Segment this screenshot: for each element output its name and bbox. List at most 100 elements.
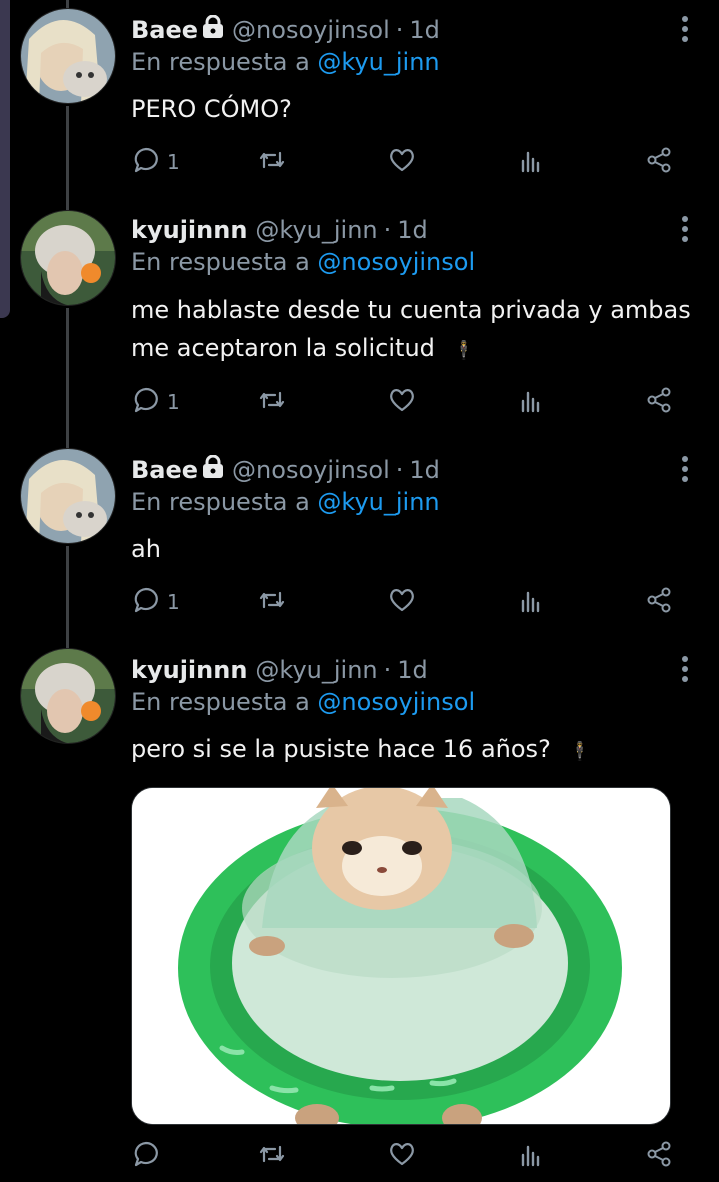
tweet-header: kyujinnn @kyu_jinn · 1d [131,212,428,248]
reply-button[interactable]: 1 [131,582,180,622]
more-icon[interactable] [681,456,689,486]
retweet-button[interactable] [257,582,287,622]
user-handle[interactable]: @kyu_jinn [255,656,377,684]
tweet[interactable]: Baee @nosoyjinsol · 1d En respuesta a @k… [0,440,719,645]
reply-button[interactable]: 1 [131,382,180,422]
avatar[interactable] [20,210,116,306]
separator-dot: · [395,16,404,44]
share-icon [644,385,674,420]
retweet-icon [257,145,287,180]
like-icon [387,1139,417,1174]
tweet-header: Baee @nosoyjinsol · 1d [131,12,440,48]
timestamp[interactable]: 1d [409,456,440,484]
tweet-text: pero si se la pusiste hace 16 años? 🕴 [131,730,691,771]
user-handle[interactable]: @nosoyjinsol [232,16,390,44]
reply-context: En respuesta a @kyu_jinn [131,488,440,516]
avatar[interactable] [20,648,116,744]
reply-prefix: En respuesta a [131,248,310,276]
tweet-text-content: PERO CÓMO? [131,95,292,123]
mention-link[interactable]: @kyu_jinn [317,488,439,516]
retweet-button[interactable] [257,142,287,182]
analytics-icon [516,385,546,420]
share-button[interactable] [644,142,674,182]
tweet[interactable]: kyujinnn @kyu_jinn · 1d En respuesta a @… [0,200,719,440]
mention-link[interactable]: @kyu_jinn [317,48,439,76]
tweet-text-content: ah [131,535,161,563]
display-name[interactable]: kyujinnn [131,216,247,244]
like-button[interactable] [387,382,417,422]
separator-dot: · [395,456,404,484]
more-icon[interactable] [681,16,689,46]
retweet-icon [257,385,287,420]
separator-dot: · [383,216,392,244]
share-button[interactable] [644,382,674,422]
tweet-media-image[interactable] [131,787,671,1125]
reply-icon [131,145,161,180]
reply-prefix: En respuesta a [131,48,310,76]
tweet-text: ah [131,530,691,568]
mention-link[interactable]: @nosoyjinsol [317,248,475,276]
share-button[interactable] [644,582,674,622]
like-button[interactable] [387,582,417,622]
reply-count: 1 [167,590,180,614]
analytics-button[interactable] [516,382,546,422]
separator-dot: · [383,656,392,684]
tweet-actions [131,1136,691,1176]
user-handle[interactable]: @nosoyjinsol [232,456,390,484]
avatar[interactable] [20,448,116,544]
analytics-button[interactable] [516,1136,546,1176]
share-button[interactable] [644,1136,674,1176]
reply-button[interactable] [131,1136,167,1176]
like-icon [387,385,417,420]
tweet-text: PERO CÓMO? [131,90,691,128]
reply-count: 1 [167,150,180,174]
retweet-button[interactable] [257,1136,287,1176]
analytics-button[interactable] [516,142,546,182]
like-button[interactable] [387,142,417,182]
meme-illustration [132,788,670,1124]
more-icon[interactable] [681,216,689,246]
like-icon [387,145,417,180]
lock-icon [202,454,224,485]
timestamp[interactable]: 1d [397,216,428,244]
reply-context: En respuesta a @nosoyjinsol [131,248,475,276]
reply-icon [131,585,161,620]
mention-link[interactable]: @nosoyjinsol [317,688,475,716]
reply-button[interactable]: 1 [131,142,180,182]
tweet-actions: 1 [131,582,691,622]
share-icon [644,145,674,180]
like-icon [387,585,417,620]
tweet-header: kyujinnn @kyu_jinn · 1d [131,652,428,688]
reply-context: En respuesta a @kyu_jinn [131,48,440,76]
like-button[interactable] [387,1136,417,1176]
display-name[interactable]: kyujinnn [131,656,247,684]
tweet-header: Baee @nosoyjinsol · 1d [131,452,440,488]
reply-icon [131,385,161,420]
emoji-levitating-man: 🕴 [568,741,591,762]
tweet[interactable]: Baee @nosoyjinsol · 1d En respuesta a @k… [0,0,719,205]
analytics-icon [516,1139,546,1174]
user-handle[interactable]: @kyu_jinn [255,216,377,244]
reply-count: 1 [167,390,180,414]
timestamp[interactable]: 1d [397,656,428,684]
share-icon [644,585,674,620]
reply-prefix: En respuesta a [131,688,310,716]
display-name[interactable]: Baee [131,16,198,44]
retweet-icon [257,585,287,620]
tweet-text: me hablaste desde tu cuenta privada y am… [131,291,691,370]
analytics-button[interactable] [516,582,546,622]
timestamp[interactable]: 1d [409,16,440,44]
reply-context: En respuesta a @nosoyjinsol [131,688,475,716]
reply-icon [131,1139,161,1174]
reply-prefix: En respuesta a [131,488,310,516]
display-name[interactable]: Baee [131,456,198,484]
tweet-actions: 1 [131,142,691,182]
retweet-button[interactable] [257,382,287,422]
avatar[interactable] [20,8,116,104]
tweet-text-content: pero si se la pusiste hace 16 años? [131,735,551,763]
share-icon [644,1139,674,1174]
emoji-levitating-man: 🕴 [452,340,475,361]
analytics-icon [516,585,546,620]
more-icon[interactable] [681,656,689,686]
lock-icon [202,14,224,45]
